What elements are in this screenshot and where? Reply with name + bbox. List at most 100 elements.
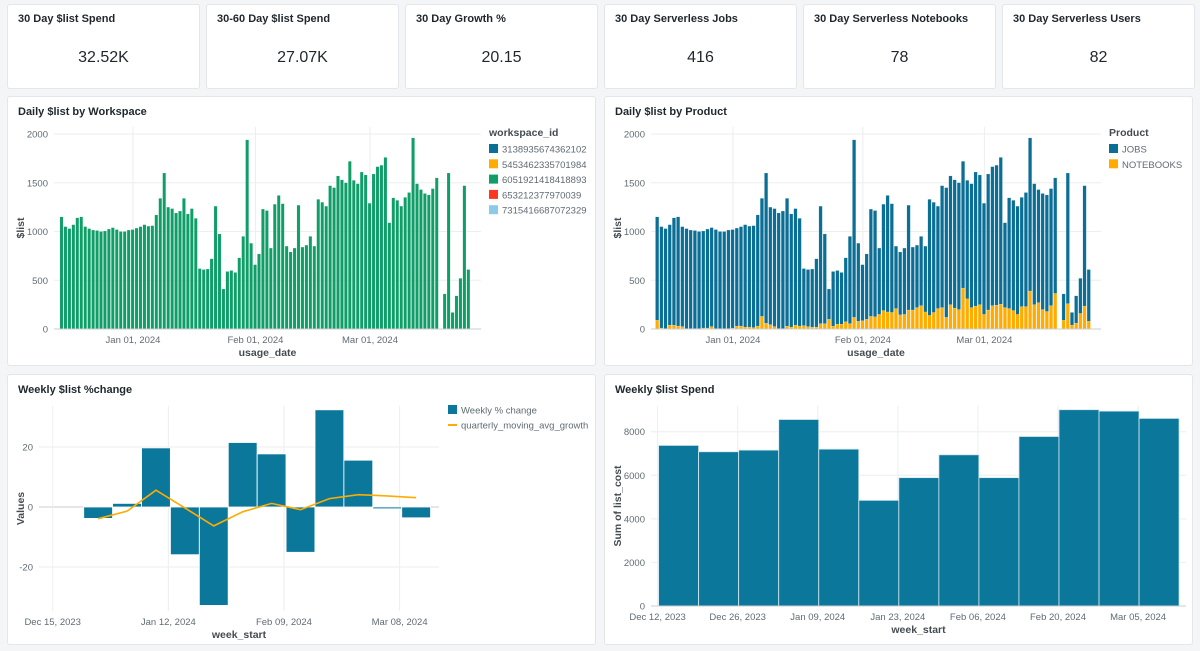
bar	[843, 321, 848, 330]
bar	[915, 307, 919, 330]
bar	[898, 477, 940, 607]
bar	[990, 305, 995, 330]
bar	[835, 323, 840, 330]
bar	[174, 212, 178, 330]
bar	[760, 316, 764, 330]
bar	[877, 247, 882, 315]
kpi-card: 30 Day Growth % 20.15	[405, 4, 598, 89]
bar	[304, 244, 309, 330]
bar	[839, 272, 844, 325]
kpi-value: 20.15	[481, 49, 522, 66]
legend-label: 653212377970039	[502, 190, 581, 201]
bar	[860, 320, 865, 330]
bar	[257, 253, 261, 330]
y-axis-title: Values	[15, 492, 27, 525]
y-tick-label: 0	[640, 325, 645, 336]
bar	[256, 453, 287, 508]
bar	[940, 307, 944, 330]
bar	[403, 197, 407, 330]
bar	[659, 226, 664, 329]
y-tick-label: 6000	[624, 471, 645, 482]
bar	[379, 165, 384, 330]
bar	[822, 233, 827, 324]
bar	[395, 200, 399, 330]
bar	[1053, 293, 1058, 330]
legend-title: Product	[1109, 127, 1149, 139]
y-tick-label: 2000	[624, 130, 645, 141]
bar	[869, 208, 873, 317]
kpi-card: 30 Day Serverless Jobs 416	[604, 4, 797, 89]
bar	[198, 268, 202, 330]
bar	[667, 224, 672, 326]
kpi-value: 416	[687, 49, 714, 66]
bar	[778, 419, 820, 607]
y-tick-label: 1500	[27, 178, 48, 189]
bar	[806, 269, 810, 327]
bar	[734, 227, 739, 327]
legend-label: Weekly % change	[461, 406, 537, 417]
kpi-card: 30 Day Serverless Users 82	[1002, 4, 1195, 89]
bar	[831, 271, 836, 327]
bar	[63, 226, 68, 330]
bar	[873, 210, 877, 317]
bar	[352, 180, 356, 330]
bar	[818, 323, 823, 330]
bar	[1065, 172, 1070, 304]
bar	[1007, 197, 1011, 309]
bar	[401, 506, 431, 519]
bar	[931, 202, 936, 313]
bar	[186, 213, 190, 330]
x-axis-title: week_start	[211, 629, 267, 641]
bar	[1036, 189, 1041, 303]
bar	[977, 304, 982, 330]
bar	[1070, 312, 1074, 326]
kpi-title: 30 Day Serverless Jobs	[615, 13, 738, 25]
bar	[442, 293, 447, 330]
y-tick-label: 2000	[27, 130, 48, 141]
bar	[927, 315, 932, 330]
bar	[722, 231, 727, 329]
bar	[1040, 193, 1045, 310]
kpi-card: 30-60 Day $list Spend 27.07K	[206, 4, 399, 89]
bar	[889, 312, 894, 330]
bar	[856, 243, 861, 322]
bar	[221, 288, 226, 330]
kpi-value: 27.07K	[277, 49, 328, 66]
bar	[931, 312, 936, 330]
bar	[423, 193, 427, 330]
bar	[1049, 305, 1053, 330]
y-tick-label: 0	[28, 503, 33, 514]
x-tick-label: Feb 09, 2024	[256, 617, 312, 628]
bar	[399, 206, 403, 330]
bar	[126, 229, 131, 330]
bar	[107, 228, 111, 330]
bar	[843, 257, 848, 322]
bar	[839, 323, 844, 330]
legend-label: 3138935674362102	[502, 145, 587, 156]
bar	[1015, 206, 1020, 315]
bar	[253, 264, 257, 330]
bar	[948, 304, 953, 330]
bar	[328, 185, 332, 330]
bar	[994, 165, 999, 306]
bar	[848, 323, 852, 330]
bar	[265, 210, 269, 330]
bar	[1065, 303, 1070, 330]
bar	[852, 317, 856, 330]
bar	[343, 459, 374, 508]
legend-swatch	[489, 144, 498, 153]
bar	[936, 308, 940, 330]
bar	[371, 173, 376, 330]
bar	[280, 203, 285, 330]
x-tick-label: Feb 06, 2024	[950, 612, 1006, 623]
bar	[982, 314, 986, 330]
x-tick-label: Dec 15, 2023	[24, 617, 81, 628]
bar	[249, 243, 253, 330]
bar	[768, 324, 773, 330]
bar	[261, 208, 265, 330]
x-tick-label: Jan 01, 2024	[706, 335, 761, 346]
legend-title: workspace_id	[488, 127, 558, 139]
legend-label: NOTEBOOKS	[1122, 160, 1182, 171]
x-tick-label: Mar 01, 2024	[956, 335, 1012, 346]
bar	[91, 229, 95, 330]
